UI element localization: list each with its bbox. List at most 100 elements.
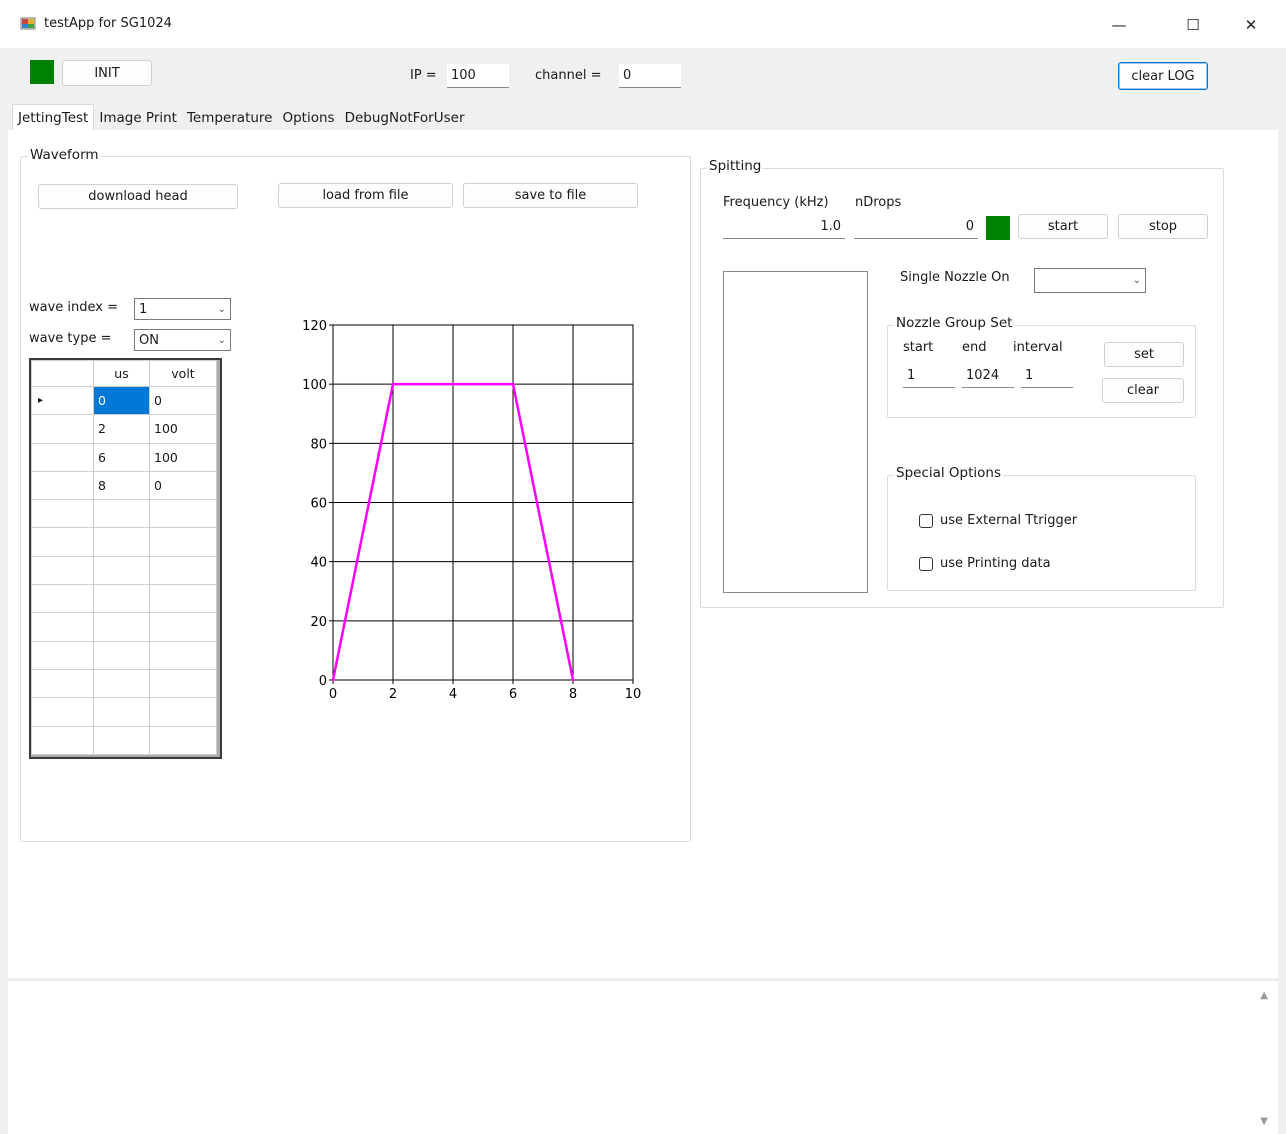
single-nozzle-select[interactable]: ⌄ xyxy=(1034,268,1146,293)
clear-log-button[interactable]: clear LOG xyxy=(1118,62,1208,90)
cell-volt[interactable] xyxy=(149,640,217,670)
printing-data-checkbox[interactable] xyxy=(919,556,933,571)
cell-us[interactable] xyxy=(93,584,150,614)
cell-us[interactable] xyxy=(93,725,150,755)
cell-volt[interactable]: 100 xyxy=(149,442,217,472)
y-tick-label: 40 xyxy=(310,556,327,571)
y-tick-label: 60 xyxy=(310,497,327,512)
table-row[interactable] xyxy=(31,584,217,614)
stop-button[interactable]: stop xyxy=(1118,214,1208,239)
cell-us[interactable]: 0 xyxy=(93,385,150,416)
wave-index-select[interactable]: 1 ⌄ xyxy=(134,298,231,320)
column-header-volt[interactable]: volt xyxy=(149,360,217,387)
close-button[interactable]: ✕ xyxy=(1228,8,1274,42)
ng-end-input[interactable] xyxy=(962,364,1014,388)
table-row[interactable] xyxy=(31,527,217,557)
table-row[interactable] xyxy=(31,668,217,699)
table-row[interactable] xyxy=(31,725,217,755)
ip-input[interactable] xyxy=(447,64,509,88)
cell-volt[interactable] xyxy=(149,668,217,699)
cell-volt[interactable]: 0 xyxy=(149,385,217,416)
row-header[interactable] xyxy=(31,527,94,557)
cell-volt[interactable] xyxy=(149,612,217,642)
cell-volt[interactable] xyxy=(149,725,217,755)
y-tick-label: 20 xyxy=(310,615,327,630)
tab-jetting-test[interactable]: JettingTest xyxy=(12,104,95,130)
cell-us[interactable]: 8 xyxy=(93,470,150,501)
download-head-button[interactable]: download head xyxy=(38,184,238,209)
table-row[interactable]: 6 100 xyxy=(31,442,217,472)
row-header[interactable] xyxy=(31,725,94,755)
cell-us[interactable] xyxy=(93,527,150,557)
cell-volt[interactable] xyxy=(149,555,217,586)
waveform-group-title: Waveform xyxy=(28,147,101,163)
row-header[interactable] xyxy=(31,668,94,699)
external-trigger-checkbox[interactable] xyxy=(919,513,933,528)
row-header[interactable] xyxy=(31,612,94,642)
minimize-button[interactable]: — xyxy=(1096,8,1142,42)
save-to-file-button[interactable]: save to file xyxy=(463,183,638,208)
cell-us[interactable] xyxy=(93,612,150,642)
cell-volt[interactable]: 100 xyxy=(149,414,217,444)
wave-type-value: ON xyxy=(139,332,159,348)
ndrops-input[interactable] xyxy=(854,215,978,239)
row-header[interactable] xyxy=(31,442,94,472)
ng-start-input[interactable] xyxy=(903,364,955,388)
table-row[interactable] xyxy=(31,640,217,670)
row-header[interactable] xyxy=(31,640,94,670)
init-button[interactable]: INIT xyxy=(62,60,152,86)
external-trigger-option[interactable]: use External Ttrigger xyxy=(919,513,1077,528)
wave-type-select[interactable]: ON ⌄ xyxy=(134,329,231,351)
y-tick-label: 100 xyxy=(302,378,327,393)
cell-us[interactable]: 2 xyxy=(93,414,150,444)
tab-options[interactable]: Options xyxy=(277,106,340,130)
table-row[interactable]: ▸ 0 0 xyxy=(31,385,217,416)
cell-us[interactable] xyxy=(93,555,150,586)
load-from-file-button[interactable]: load from file xyxy=(278,183,453,208)
cell-volt[interactable] xyxy=(149,499,217,529)
cell-volt[interactable] xyxy=(149,697,217,727)
waveform-data-grid[interactable]: us volt ▸ 0 0 2 100 6 100 8 0 xyxy=(29,358,222,759)
cell-us[interactable] xyxy=(93,697,150,727)
table-row[interactable] xyxy=(31,697,217,727)
tab-debug[interactable]: DebugNotForUser xyxy=(339,106,470,130)
table-row[interactable]: 80 xyxy=(31,470,217,501)
status-led xyxy=(30,60,54,84)
row-header[interactable] xyxy=(31,414,94,444)
row-header[interactable] xyxy=(31,499,94,529)
row-header[interactable] xyxy=(31,555,94,586)
scroll-down-icon[interactable]: ▼ xyxy=(1260,1116,1268,1127)
waveform-chart: 0 2 4 6 8 10020406080100120 xyxy=(302,319,641,702)
cell-us[interactable] xyxy=(93,668,150,699)
maximize-button[interactable]: ☐ xyxy=(1170,8,1216,42)
ng-start-label: start xyxy=(903,340,934,355)
table-row[interactable] xyxy=(31,499,217,529)
nozzle-list-box[interactable] xyxy=(723,271,868,593)
cell-volt[interactable]: 0 xyxy=(149,470,217,501)
row-header[interactable] xyxy=(31,470,94,501)
table-row[interactable] xyxy=(31,612,217,642)
table-row[interactable] xyxy=(31,555,217,586)
tab-temperature[interactable]: Temperature xyxy=(181,106,278,130)
set-button[interactable]: set xyxy=(1104,342,1184,367)
ng-interval-input[interactable] xyxy=(1021,364,1073,388)
cell-volt[interactable] xyxy=(149,584,217,614)
row-header[interactable]: ▸ xyxy=(31,385,94,416)
channel-input[interactable] xyxy=(619,64,681,88)
clear-button[interactable]: clear xyxy=(1102,378,1184,403)
cell-us[interactable]: 6 xyxy=(93,442,150,472)
scroll-up-icon[interactable]: ▲ xyxy=(1260,990,1268,1001)
column-header-us[interactable]: us xyxy=(93,360,150,387)
cell-us[interactable] xyxy=(93,499,150,529)
log-textbox[interactable] xyxy=(8,980,1278,1134)
row-header[interactable] xyxy=(31,697,94,727)
row-header[interactable] xyxy=(31,584,94,614)
tab-image-print[interactable]: Image Print xyxy=(94,106,182,130)
frequency-input[interactable] xyxy=(723,215,845,239)
cell-volt[interactable] xyxy=(149,527,217,557)
table-row[interactable]: 2 100 xyxy=(31,414,217,444)
cell-us[interactable] xyxy=(93,640,150,670)
printing-data-option[interactable]: use Printing data xyxy=(919,556,1051,571)
spitting-group-title: Spitting xyxy=(707,158,764,174)
start-button[interactable]: start xyxy=(1018,214,1108,239)
